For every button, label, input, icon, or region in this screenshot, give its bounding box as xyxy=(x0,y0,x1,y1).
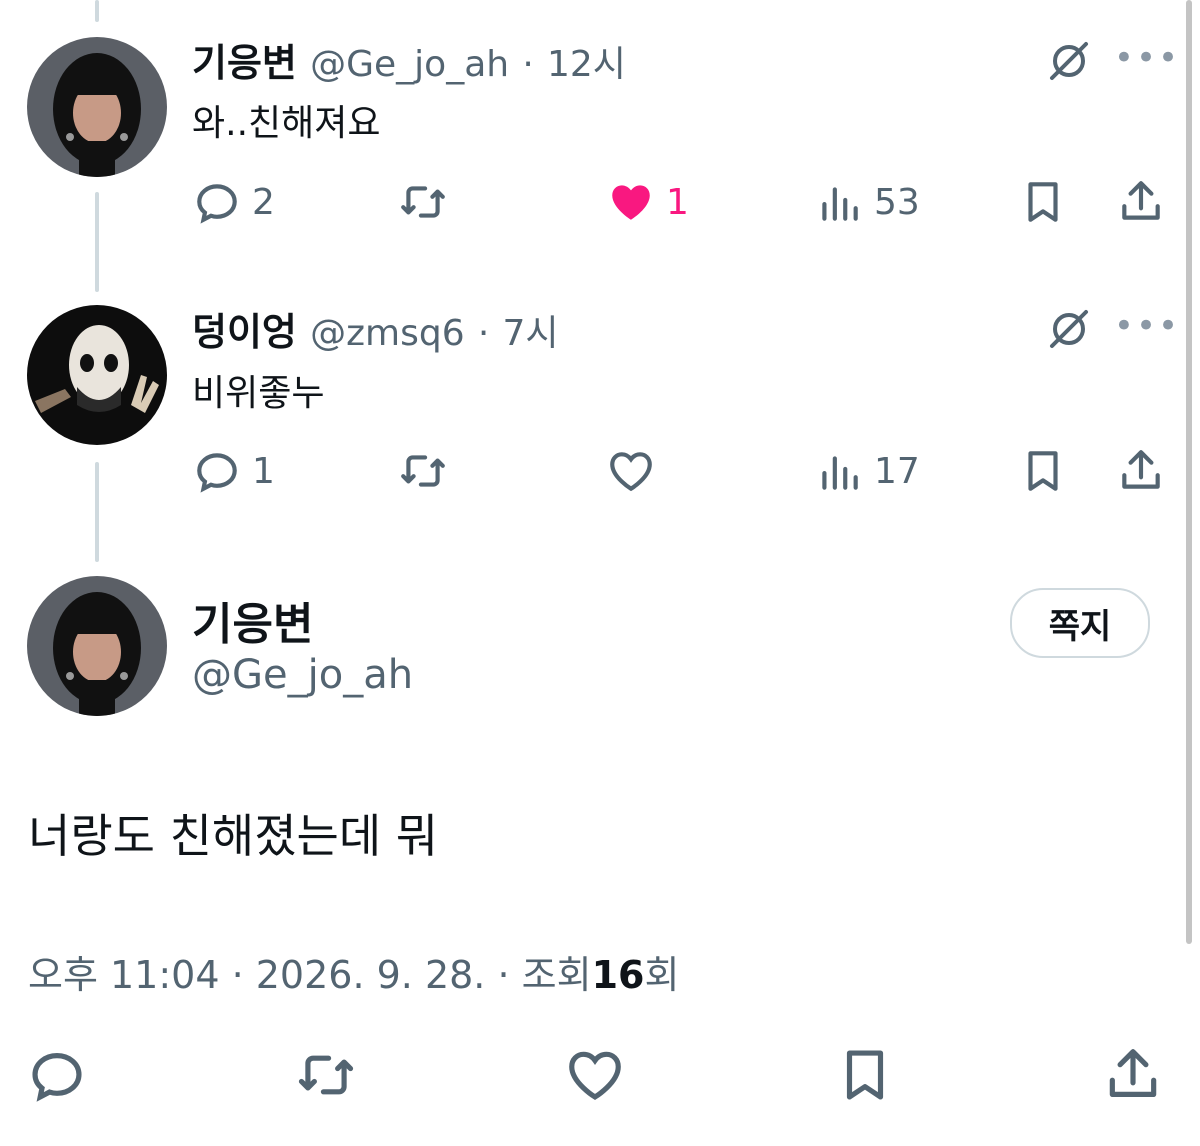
more-dots-icon[interactable]: ••• xyxy=(1114,306,1178,346)
share-action[interactable] xyxy=(1102,1045,1164,1105)
author-name[interactable]: 기응변 xyxy=(192,588,313,652)
bookmark-icon xyxy=(1028,451,1058,491)
avatar[interactable] xyxy=(27,305,167,445)
share-button[interactable] xyxy=(1116,441,1166,501)
retweet-icon xyxy=(298,1055,354,1095)
separator: · xyxy=(477,313,490,354)
share-icon xyxy=(1122,450,1160,489)
retweet-button[interactable] xyxy=(398,172,448,232)
bookmark-icon xyxy=(1028,182,1058,222)
like-count: 1 xyxy=(666,181,689,223)
dm-button[interactable]: 쪽지 xyxy=(1010,588,1150,658)
share-icon xyxy=(1122,181,1160,220)
reply-button[interactable]: 1 xyxy=(192,441,275,501)
post-time[interactable]: 7시 xyxy=(503,313,559,354)
view-count: 53 xyxy=(874,181,920,223)
thread-line xyxy=(95,462,99,562)
grok-icon[interactable] xyxy=(1044,304,1094,354)
views-suffix: 회 xyxy=(644,953,680,997)
post-meta: 오후 11:04 · 2026. 9. 28. · 조회16회 xyxy=(28,944,679,999)
share-icon xyxy=(1109,1049,1157,1097)
thread-line xyxy=(95,192,99,292)
reply-count: 1 xyxy=(252,450,275,492)
share-button[interactable] xyxy=(1116,172,1166,232)
views-label: 조회 xyxy=(521,953,592,997)
views-icon xyxy=(822,456,858,490)
retweet-icon xyxy=(401,186,445,218)
reply-text: 비위좋누 xyxy=(192,373,325,414)
reply-text: 와..친해져요 xyxy=(192,103,381,144)
retweet-action[interactable] xyxy=(295,1045,357,1105)
avatar[interactable] xyxy=(27,576,167,716)
bookmark-action[interactable] xyxy=(834,1045,896,1105)
like-action[interactable] xyxy=(564,1045,626,1105)
view-count: 16 xyxy=(591,953,645,997)
grok-icon[interactable] xyxy=(1044,36,1094,86)
avatar[interactable] xyxy=(27,37,167,177)
retweet-button[interactable] xyxy=(398,441,448,501)
retweet-icon xyxy=(401,455,445,487)
more-dots-icon[interactable]: ••• xyxy=(1114,38,1178,78)
post-time[interactable]: 12시 xyxy=(547,44,626,85)
like-button[interactable]: 1 xyxy=(606,172,689,232)
reply-author: 기응변 @Ge_jo_ah · 12시 xyxy=(192,32,626,87)
post-text: 너랑도 친해졌는데 뭐 xyxy=(28,809,439,863)
post-timestamp[interactable]: 오후 11:04 · 2026. 9. 28. · xyxy=(28,953,510,997)
author-name[interactable]: 기응변 xyxy=(192,41,297,85)
reply-button[interactable]: 2 xyxy=(192,172,275,232)
bookmark-icon xyxy=(846,1050,884,1100)
author-handle[interactable]: @zmsq6 xyxy=(310,313,464,354)
action-bar: 2 1 53 xyxy=(192,172,1172,232)
views-button[interactable]: 53 xyxy=(814,172,920,232)
views-icon xyxy=(822,187,858,221)
heart-icon xyxy=(569,1051,621,1100)
like-button[interactable] xyxy=(606,441,666,501)
author-handle[interactable]: @Ge_jo_ah xyxy=(310,44,509,85)
heart-icon xyxy=(612,185,650,220)
thread-line xyxy=(95,0,99,22)
reply-icon xyxy=(197,184,237,224)
author-name[interactable]: 덩이엉 xyxy=(192,310,297,354)
bookmark-button[interactable] xyxy=(1018,172,1068,232)
bookmark-button[interactable] xyxy=(1018,441,1068,501)
views-button[interactable]: 17 xyxy=(814,441,920,501)
heart-icon xyxy=(610,452,652,492)
author-handle[interactable]: @Ge_jo_ah xyxy=(192,652,413,698)
scrollbar[interactable] xyxy=(1186,0,1192,944)
reply-count: 2 xyxy=(252,181,275,223)
separator: · xyxy=(522,44,534,85)
reply-icon xyxy=(197,453,237,493)
view-count: 17 xyxy=(874,450,920,492)
reply-action[interactable] xyxy=(26,1045,88,1105)
reply-author: 덩이엉 @zmsq6 · 7시 xyxy=(192,301,559,356)
action-bar: 1 17 xyxy=(192,441,1172,501)
reply-icon xyxy=(32,1053,82,1102)
